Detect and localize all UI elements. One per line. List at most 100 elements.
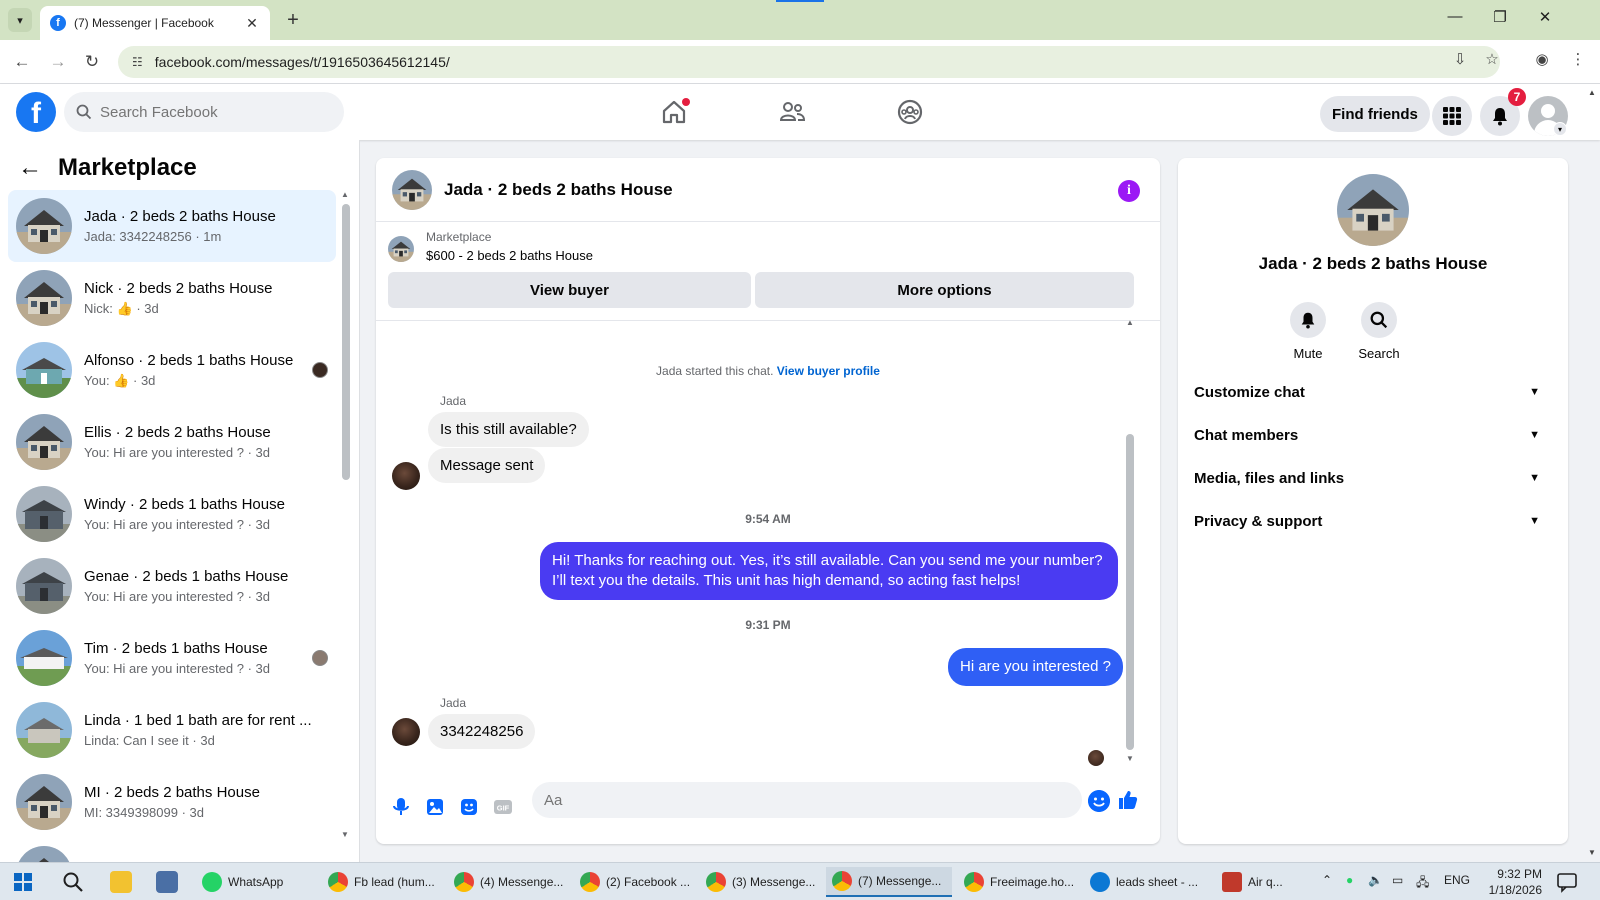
customize-chat-row[interactable]: Customize chat ▼	[1194, 372, 1552, 412]
privacy-support-row[interactable]: Privacy & support ▼	[1194, 501, 1552, 541]
listing-avatar[interactable]	[1337, 174, 1409, 246]
search-action[interactable]: Search	[1344, 302, 1414, 361]
chat-scrollbar[interactable]	[1126, 434, 1134, 750]
browser-tab-active[interactable]: f (7) Messenger | Facebook ✕	[40, 6, 270, 40]
facebook-search-box[interactable]	[64, 92, 344, 132]
install-app-icon[interactable]: ⇩	[1448, 50, 1472, 68]
groups-icon[interactable]	[896, 98, 924, 126]
taskbar-clock[interactable]: 9:32 PM 1/18/2026	[1472, 866, 1542, 898]
account-chevron-icon[interactable]: ▾	[1553, 122, 1567, 136]
sender-avatar[interactable]	[392, 718, 420, 746]
chat-listing-thumbnail[interactable]	[392, 170, 432, 210]
close-window-button[interactable]: ✕	[1530, 8, 1560, 26]
conversation-item[interactable]: Tim · 2 beds 1 baths House You: Hi are y…	[8, 622, 336, 694]
tab-search-button[interactable]: ▾	[8, 8, 32, 32]
incoming-message[interactable]: Message sent	[428, 448, 546, 483]
gif-icon[interactable]: GIF	[492, 796, 514, 818]
back-arrow-icon[interactable]: ←	[18, 154, 42, 182]
find-friends-button[interactable]: Find friends	[1320, 96, 1430, 132]
facebook-search-input[interactable]	[100, 103, 320, 121]
browser-menu-icon[interactable]: ⋮	[1566, 50, 1590, 68]
like-thumbs-up-icon[interactable]	[1116, 788, 1140, 812]
new-tab-button[interactable]: +	[282, 9, 304, 31]
page-scroll-up-arrow[interactable]: ▲	[1588, 88, 1596, 97]
forward-button[interactable]: →	[46, 50, 70, 74]
chevron-down-icon: ▼	[1529, 386, 1540, 398]
taskbar-app-active[interactable]: (7) Messenge...	[826, 867, 952, 897]
conversation-item[interactable]: Genae · 2 beds 1 baths House You: Hi are…	[8, 550, 336, 622]
media-files-links-row[interactable]: Media, files and links ▼	[1194, 458, 1552, 498]
chat-title[interactable]: Jada · 2 beds 2 baths House	[444, 180, 673, 200]
conversation-snippet: You: 👍 · 3d	[84, 373, 314, 389]
incoming-message[interactable]: Is this still available?	[428, 412, 589, 447]
taskbar-app[interactable]: Air q...	[1216, 867, 1306, 897]
microphone-icon[interactable]	[390, 796, 412, 818]
listing-small-thumbnail	[388, 236, 414, 262]
listing-price[interactable]: $600 - 2 beds 2 baths House	[426, 248, 593, 263]
taskbar-app[interactable]: WhatsApp	[196, 867, 314, 897]
taskbar-search-icon[interactable]	[62, 871, 84, 893]
page-scroll-down-arrow[interactable]: ▼	[1588, 848, 1596, 857]
back-button[interactable]: ←	[10, 50, 34, 74]
conversation-snippet: Jada: 3342248256 · 1m	[84, 229, 222, 244]
message-input[interactable]	[544, 791, 1034, 809]
volume-icon[interactable]: 🔈	[1368, 873, 1383, 887]
taskbar-app[interactable]: (3) Messenge...	[700, 867, 818, 897]
conversation-item-partial[interactable]	[8, 838, 336, 862]
view-buyer-button[interactable]: View buyer	[388, 272, 751, 308]
outgoing-message[interactable]: Hi are you interested ?	[948, 648, 1123, 686]
conversation-item[interactable]: Ellis · 2 beds 2 baths House You: Hi are…	[8, 406, 336, 478]
tab-close-icon[interactable]: ✕	[244, 15, 260, 32]
view-buyer-profile-link[interactable]: View buyer profile	[777, 364, 880, 378]
conversation-item[interactable]: MI · 2 beds 2 baths House MI: 3349398099…	[8, 766, 336, 838]
notification-center-icon[interactable]	[1556, 871, 1578, 893]
network-icon[interactable]: 🖧	[1416, 873, 1429, 894]
chat-scroll-up-arrow[interactable]: ▲	[1126, 318, 1134, 327]
minimize-button[interactable]: —	[1440, 8, 1470, 25]
conversation-item[interactable]: Jada · 2 beds 2 baths House Jada: 334224…	[8, 190, 336, 262]
photo-icon[interactable]	[424, 796, 446, 818]
scroll-down-arrow[interactable]: ▼	[341, 830, 349, 839]
taskbar-app[interactable]: (2) Facebook ...	[574, 867, 692, 897]
windows-start-icon[interactable]	[14, 873, 32, 891]
air-quality-icon	[1222, 872, 1242, 892]
outgoing-message[interactable]: Hi! Thanks for reaching out. Yes, it’s s…	[540, 542, 1118, 600]
sticker-icon[interactable]	[458, 796, 480, 818]
chrome-icon	[454, 872, 474, 892]
mute-action[interactable]: Mute	[1273, 302, 1343, 361]
battery-icon[interactable]: ▭	[1392, 873, 1403, 887]
sender-avatar[interactable]	[392, 462, 420, 490]
tray-overflow-icon[interactable]: ⌃	[1322, 873, 1332, 887]
profile-icon[interactable]: ◉	[1530, 50, 1554, 68]
site-info-icon[interactable]: ☷	[132, 55, 143, 69]
info-icon[interactable]: i	[1118, 180, 1140, 202]
reload-button[interactable]: ↻	[80, 50, 104, 74]
taskbar-app[interactable]: (4) Messenge...	[448, 867, 566, 897]
language-indicator[interactable]: ENG	[1444, 873, 1470, 887]
conversation-scrollbar[interactable]	[342, 204, 350, 480]
conversation-item[interactable]: Windy · 2 beds 1 baths House You: Hi are…	[8, 478, 336, 550]
scroll-up-arrow[interactable]: ▲	[341, 190, 349, 199]
chat-scroll-down-arrow[interactable]: ▼	[1126, 754, 1134, 763]
taskbar-app[interactable]: leads sheet - ...	[1084, 867, 1210, 897]
restore-button[interactable]: ❐	[1485, 8, 1515, 26]
conversation-item[interactable]: Nick · 2 beds 2 baths House Nick: 👍 · 3d	[8, 262, 336, 334]
message-input-box[interactable]	[532, 782, 1082, 818]
more-options-button[interactable]: More options	[755, 272, 1134, 308]
emoji-icon[interactable]	[1088, 790, 1110, 812]
conversation-item[interactable]: Linda · 1 bed 1 bath are for rent ... Li…	[8, 694, 336, 766]
taskbar-app[interactable]: Fb lead (hum...	[322, 867, 440, 897]
bookmark-star-icon[interactable]: ☆	[1480, 50, 1504, 68]
taskbar-app-label: leads sheet - ...	[1116, 875, 1199, 889]
incoming-message[interactable]: 3342248256	[428, 714, 536, 749]
conversation-item[interactable]: Alfonso · 2 beds 1 baths House You: 👍 · …	[8, 334, 336, 406]
friends-icon[interactable]	[778, 98, 806, 126]
taskbar-app[interactable]: Freeimage.ho...	[958, 867, 1076, 897]
file-explorer-icon[interactable]	[110, 871, 132, 893]
calculator-icon[interactable]	[156, 871, 178, 893]
url-omnibox[interactable]: ☷ facebook.com/messages/t/19165036456121…	[118, 46, 1500, 78]
menu-grid-button[interactable]	[1432, 96, 1472, 136]
whatsapp-tray-icon[interactable]: ●	[1346, 873, 1353, 887]
facebook-logo-icon[interactable]: f	[16, 92, 56, 132]
chat-members-row[interactable]: Chat members ▼	[1194, 415, 1552, 455]
